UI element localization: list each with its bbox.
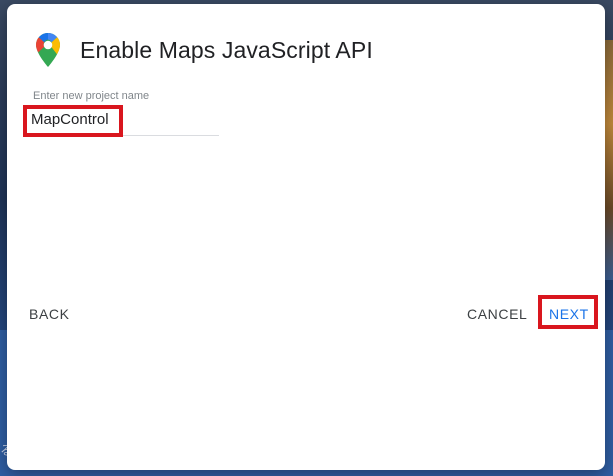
google-maps-pin-icon [35,32,61,68]
dialog-header: Enable Maps JavaScript API [35,30,373,70]
dialog-title: Enable Maps JavaScript API [80,36,373,63]
project-name-input[interactable] [29,106,219,136]
project-name-label: Enter new project name [33,90,150,102]
back-button[interactable]: BACK [21,300,78,328]
enable-api-dialog: Enable Maps JavaScript API Enter new pro… [7,4,605,470]
next-button[interactable]: NEXT [541,300,597,328]
project-name-field: Enter new project name [29,90,221,136]
cancel-button[interactable]: CANCEL [459,300,535,328]
